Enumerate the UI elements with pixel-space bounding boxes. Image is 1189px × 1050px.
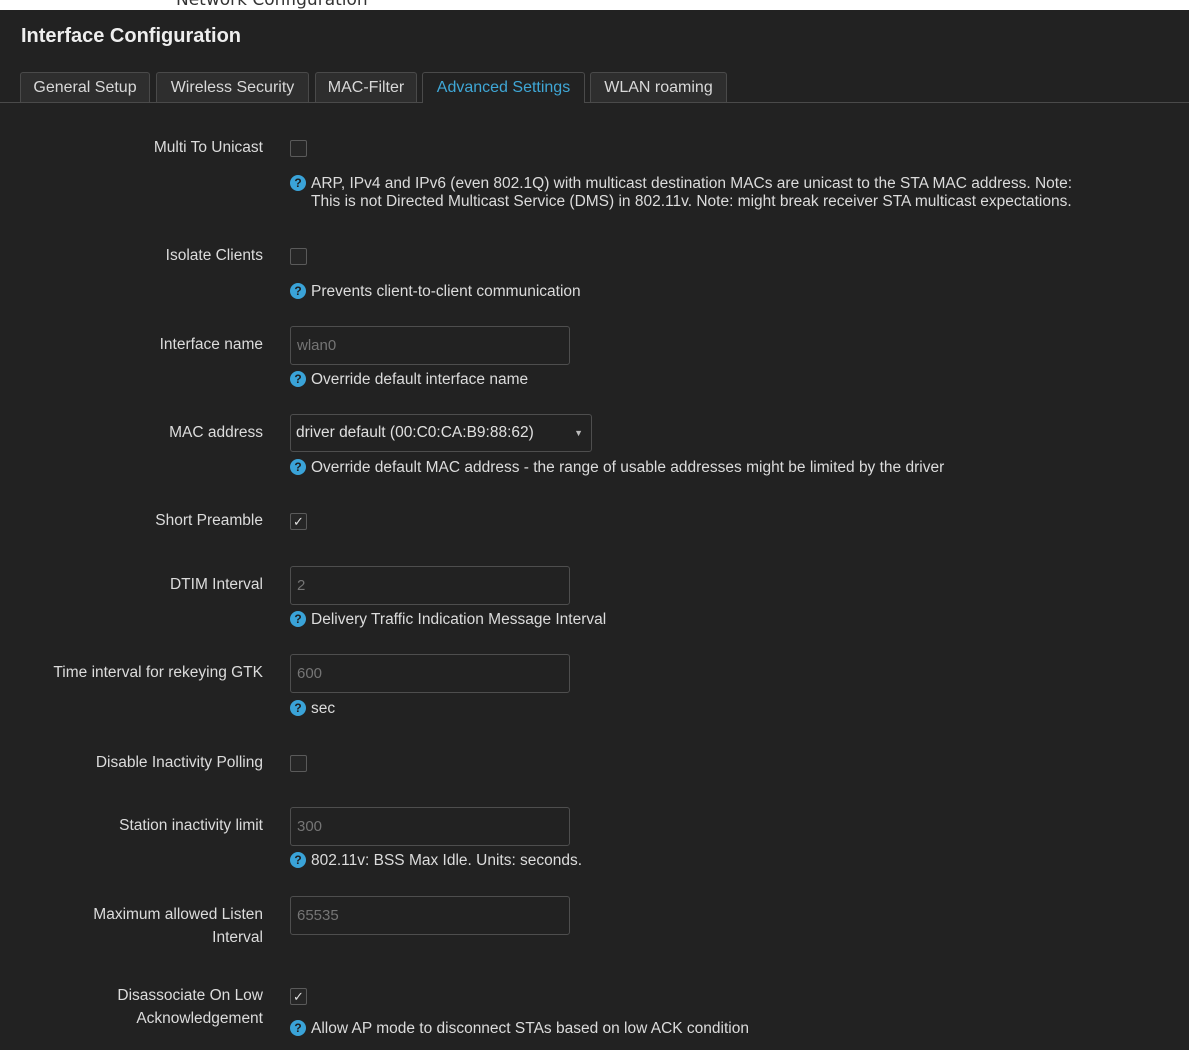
interface-configuration-panel: Interface Configuration General Setup Wi… — [0, 10, 1189, 1050]
rekey-gtk-help-text: sec — [311, 700, 336, 717]
multi-to-unicast-checkbox[interactable] — [290, 140, 307, 157]
tab-wireless-security[interactable]: Wireless Security — [156, 72, 309, 102]
mac-address-help: ? Override default MAC address - the ran… — [290, 459, 944, 477]
checkmark-icon: ✓ — [293, 514, 304, 529]
isolate-clients-checkbox[interactable] — [290, 248, 307, 265]
question-circle-icon: ? — [290, 1020, 306, 1036]
mac-address-selected-value: driver default (00:C0:CA:B9:88:62) — [296, 424, 534, 441]
dtim-interval-help-text: Delivery Traffic Indication Message Inte… — [311, 611, 607, 628]
mac-address-label: MAC address — [169, 424, 263, 441]
short-preamble-label: Short Preamble — [155, 512, 263, 529]
question-circle-icon: ? — [290, 371, 306, 387]
station-inactivity-limit-help: ? 802.11v: BSS Max Idle. Units: seconds. — [290, 852, 582, 870]
rekey-gtk-label: Time interval for rekeying GTK — [53, 664, 263, 681]
interface-name-help-text: Override default interface name — [311, 371, 529, 388]
disassoc-low-ack-help: ? Allow AP mode to disconnect STAs based… — [290, 1020, 749, 1038]
tab-bar: General Setup Wireless Security MAC-Filt… — [0, 72, 1189, 103]
disassoc-low-ack-label: Disassociate On Low Acknowledgement — [13, 984, 263, 1030]
interface-name-label: Interface name — [159, 336, 263, 353]
max-listen-interval-label-line2: Interval — [212, 929, 263, 946]
page-title: Interface Configuration — [21, 25, 242, 47]
isolate-clients-help: ? Prevents client-to-client communicatio… — [290, 283, 581, 301]
max-listen-interval-label: Maximum allowed Listen Interval — [13, 903, 263, 949]
question-circle-icon: ? — [290, 700, 306, 716]
multi-to-unicast-label: Multi To Unicast — [153, 139, 263, 156]
disassoc-low-ack-label-line2: Acknowledgement — [136, 1010, 263, 1027]
question-circle-icon: ? — [290, 459, 306, 475]
dtim-interval-input[interactable] — [290, 566, 570, 605]
multi-to-unicast-help-line1: ARP, IPv4 and IPv6 (even 802.1Q) with mu… — [311, 175, 1073, 192]
dtim-interval-label: DTIM Interval — [169, 576, 263, 593]
caret-down-icon: ▼ — [574, 428, 583, 438]
max-listen-interval-label-line1: Maximum allowed Listen — [93, 906, 263, 923]
tab-wlan-roaming[interactable]: WLAN roaming — [590, 72, 727, 102]
question-circle-icon: ? — [290, 852, 306, 868]
mac-address-help-text: Override default MAC address - the range… — [311, 459, 945, 476]
station-inactivity-limit-help-text: 802.11v: BSS Max Idle. Units: seconds. — [311, 852, 583, 869]
interface-name-input[interactable] — [290, 326, 570, 365]
top-clipped-text: Network Configuration — [176, 0, 368, 10]
disassoc-low-ack-checkbox[interactable]: ✓ — [290, 988, 307, 1005]
isolate-clients-help-text: Prevents client-to-client communication — [311, 283, 581, 300]
tab-advanced-settings[interactable]: Advanced Settings — [422, 72, 585, 103]
rekey-gtk-help: ? sec — [290, 700, 335, 718]
tab-general-setup[interactable]: General Setup — [20, 72, 150, 102]
question-circle-icon: ? — [290, 175, 306, 191]
disassoc-low-ack-label-line1: Disassociate On Low — [117, 987, 263, 1004]
top-clipped-header: Network Configuration — [0, 0, 1189, 10]
tab-mac-filter[interactable]: MAC-Filter — [315, 72, 417, 102]
multi-to-unicast-help: ? ARP, IPv4 and IPv6 (even 802.1Q) with … — [290, 175, 1072, 211]
max-listen-interval-input[interactable] — [290, 896, 570, 935]
disable-inactivity-polling-checkbox[interactable] — [290, 755, 307, 772]
question-circle-icon: ? — [290, 611, 306, 627]
disassoc-low-ack-help-text: Allow AP mode to disconnect STAs based o… — [311, 1020, 749, 1037]
multi-to-unicast-help-line2: This is not Directed Multicast Service (… — [311, 193, 1072, 210]
checkmark-icon: ✓ — [293, 989, 304, 1004]
isolate-clients-label: Isolate Clients — [165, 247, 263, 264]
question-circle-icon: ? — [290, 283, 306, 299]
disable-inactivity-polling-label: Disable Inactivity Polling — [95, 754, 263, 771]
dtim-interval-help: ? Delivery Traffic Indication Message In… — [290, 611, 606, 629]
rekey-gtk-input[interactable] — [290, 654, 570, 693]
short-preamble-checkbox[interactable]: ✓ — [290, 513, 307, 530]
station-inactivity-limit-label: Station inactivity limit — [119, 817, 263, 834]
station-inactivity-limit-input[interactable] — [290, 807, 570, 846]
mac-address-select[interactable]: driver default (00:C0:CA:B9:88:62) ▼ — [290, 414, 592, 452]
interface-name-help: ? Override default interface name — [290, 371, 528, 389]
